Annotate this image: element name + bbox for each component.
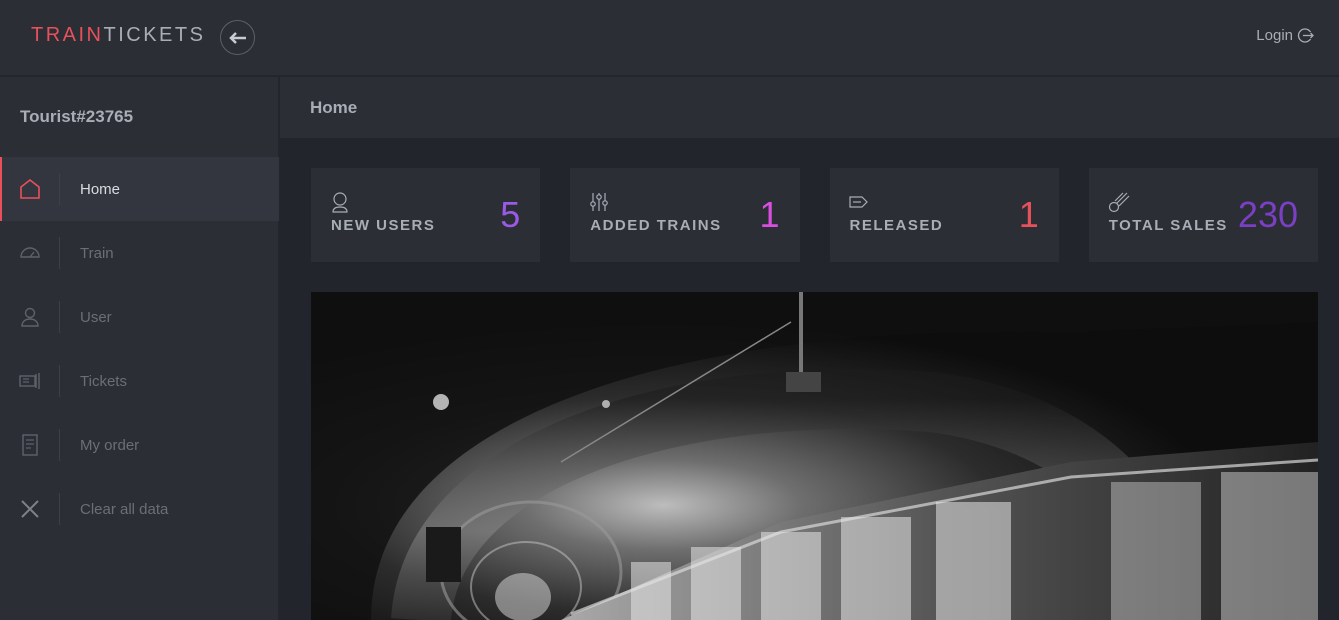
stat-value: 230	[1237, 194, 1298, 235]
sidebar-item-label: User	[80, 308, 112, 326]
sidebar-nav: Home Train User Tickets My order Clear a…	[0, 157, 279, 541]
stat-card-total-sales: TOTAL SALES 230	[1088, 168, 1318, 262]
sidebar-item-label: Home	[80, 180, 121, 198]
receipt-icon	[0, 429, 60, 461]
top-bar: TRAINTICKETS Login	[0, 0, 1339, 76]
stat-card-released: RELEASED 1	[829, 168, 1059, 262]
tag-icon	[848, 196, 868, 208]
sliders-icon	[590, 193, 609, 211]
sidebar-item-label: My order	[80, 436, 140, 454]
meteor-icon	[1108, 192, 1130, 213]
sidebar-item-train[interactable]: Train	[0, 221, 279, 285]
sidebar-toggle-button[interactable]	[220, 20, 255, 55]
breadcrumb: Home	[310, 98, 358, 117]
stat-value: 1	[1018, 194, 1039, 235]
login-label: Login	[1256, 27, 1293, 44]
stat-label: ADDED TRAINS	[590, 217, 722, 234]
stat-label: RELEASED	[849, 217, 944, 234]
sidebar-item-label: Tickets	[80, 372, 127, 390]
brand-logo[interactable]: TRAINTICKETS	[31, 24, 205, 47]
stat-card-new-users: NEW USERS 5	[311, 168, 541, 262]
user-icon	[332, 192, 348, 213]
login-link[interactable]: Login	[1256, 27, 1314, 44]
stat-value: 1	[759, 194, 780, 235]
sidebar-item-home[interactable]: Home	[0, 157, 279, 221]
username: Tourist#23765	[20, 107, 134, 126]
sidebar-item-tickets[interactable]: Tickets	[0, 349, 279, 413]
sidebar-item-label: Train	[80, 244, 114, 262]
logout-icon	[1297, 28, 1314, 43]
stats-row: NEW USERS 5 ADDED TRAINS 1 RELEASED 1 TO…	[311, 168, 1318, 262]
sidebar-item-my-order[interactable]: My order	[0, 413, 279, 477]
breadcrumb-bar: Home	[280, 77, 1339, 138]
stat-label: TOTAL SALES	[1108, 217, 1228, 234]
home-icon	[0, 173, 60, 205]
sidebar-item-label: Clear all data	[80, 500, 169, 518]
close-icon	[0, 493, 60, 525]
sidebar-item-user[interactable]: User	[0, 285, 279, 349]
brand-part-train: TRAIN	[31, 24, 104, 46]
stat-card-added-trains: ADDED TRAINS 1	[570, 168, 800, 262]
hero-image-train-tunnel	[311, 292, 1318, 620]
arrow-left-icon	[228, 31, 246, 44]
ticket-icon	[0, 365, 60, 397]
speedometer-icon	[0, 237, 60, 269]
user-icon	[0, 301, 60, 333]
sidebar: Tourist#23765 Home Train User Tickets My…	[0, 77, 279, 620]
stat-value: 5	[500, 194, 521, 235]
brand-part-tickets: TICKETS	[103, 24, 206, 46]
sidebar-item-clear-data[interactable]: Clear all data	[0, 477, 279, 541]
stat-label: NEW USERS	[331, 217, 436, 234]
